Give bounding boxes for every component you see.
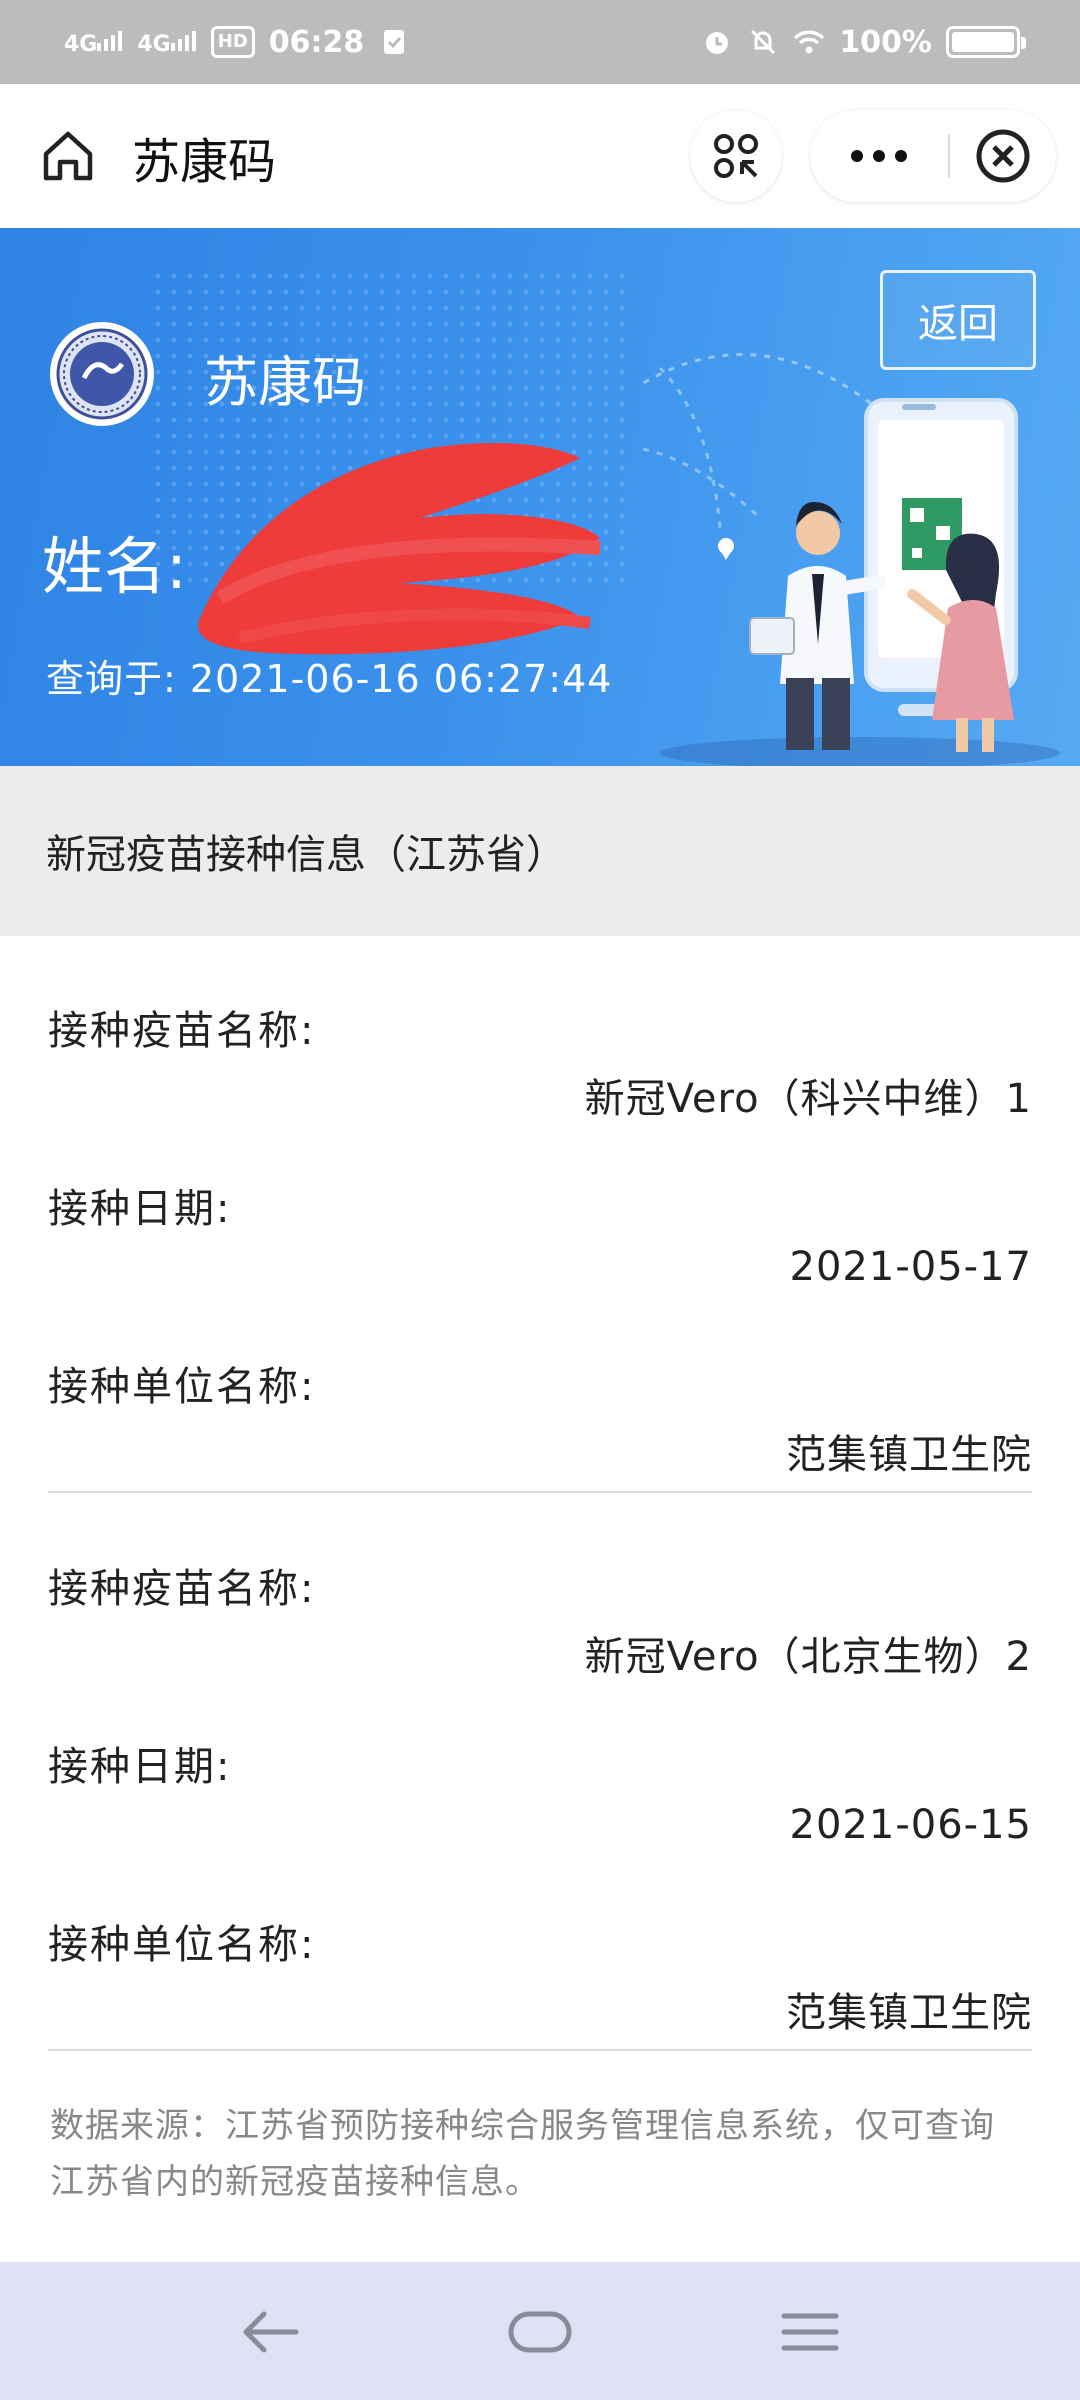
vaccination-date-row: 接种日期: 2021-05-17: [48, 1176, 1032, 1326]
wifi-icon: [794, 30, 825, 54]
vaccination-unit-value: 范集镇卫生院: [786, 1432, 1032, 1478]
emblem-logo: [50, 322, 154, 426]
close-button[interactable]: [950, 110, 1056, 202]
battery-icon: [946, 26, 1026, 58]
vaccination-unit-label: 接种单位名称:: [48, 1364, 316, 1410]
status-left: 4G 4G HD 06:28: [64, 25, 410, 60]
vaccine-name-value: 新冠Vero（北京生物）2: [584, 1634, 1032, 1680]
doctor-patient-illustration: [640, 353, 1060, 766]
name-label: 姓名:: [42, 530, 187, 603]
record-divider: [48, 1491, 1032, 1493]
query-time: 查询于: 2021-06-16 06:27:44: [46, 657, 613, 701]
mute-icon: [751, 29, 776, 55]
banner-app-name: 苏康码: [204, 351, 366, 414]
vaccination-date-label: 接种日期:: [48, 1186, 232, 1232]
scan-icon: [714, 134, 758, 178]
vaccination-date-value: 2021-06-15: [789, 1802, 1032, 1848]
nav-menu-button[interactable]: [770, 2302, 850, 2362]
vaccination-date-value: 2021-05-17: [789, 1244, 1032, 1290]
vaccination-unit-row: 接种单位名称: 范集镇卫生院: [48, 1354, 1032, 1504]
vaccination-unit-value: 范集镇卫生院: [786, 1990, 1032, 2036]
alarm-icon: [706, 32, 729, 54]
battery-percent: 100%: [839, 24, 932, 60]
scan-button[interactable]: [690, 110, 782, 202]
title-bar: 苏康码: [0, 84, 1080, 228]
signal-2-icon: 4G: [137, 29, 196, 56]
vaccination-record-1: 接种疫苗名称: 新冠Vero（科兴中维）1 接种日期: 2021-05-17 接…: [48, 998, 1032, 1478]
data-source-note: 数据来源：江苏省预防接种综合服务管理信息系统，仅可查询江苏省内的新冠疫苗接种信息…: [50, 2106, 995, 2202]
vaccination-unit-label: 接种单位名称:: [48, 1922, 316, 1968]
menu-icon: [781, 2313, 839, 2351]
home-icon[interactable]: [40, 128, 96, 184]
back-arrow-icon: [243, 2311, 299, 2353]
signal-1-icon: 4G: [64, 29, 123, 56]
status-right: 100%: [701, 24, 1026, 60]
vaccination-date-row: 接种日期: 2021-06-15: [48, 1734, 1032, 1884]
record-divider: [48, 2049, 1032, 2051]
vaccine-name-row: 接种疫苗名称: 新冠Vero（科兴中维）1: [48, 998, 1032, 1148]
hd-icon: HD: [210, 26, 255, 58]
system-nav-bar: [0, 2262, 1080, 2400]
status-time: 06:28: [268, 24, 365, 60]
redaction-scribble: [198, 442, 601, 655]
vaccine-name-row: 接种疫苗名称: 新冠Vero（北京生物）2: [48, 1556, 1032, 1706]
nav-back-button[interactable]: [230, 2302, 310, 2362]
page-title: 苏康码: [132, 134, 277, 190]
vaccine-name-label: 接种疫苗名称:: [48, 1008, 316, 1054]
capsule-menu: [810, 110, 1056, 202]
battery-fill: [952, 32, 1014, 52]
section-title: 新冠疫苗接种信息（江苏省）: [0, 766, 1080, 936]
notification-icon: [384, 30, 405, 54]
vaccination-record-2: 接种疫苗名称: 新冠Vero（北京生物）2 接种日期: 2021-06-15 接…: [48, 1556, 1032, 2036]
close-circle-icon: [976, 129, 1030, 183]
more-button[interactable]: [810, 110, 948, 202]
vaccine-name-label: 接种疫苗名称:: [48, 1566, 316, 1612]
status-bar: 4G 4G HD 06:28 100%: [0, 0, 1080, 84]
header-banner: 苏康码 返回 姓名: 查询于: 2021-06-16 06:27:44: [0, 228, 1080, 766]
vaccination-unit-row: 接种单位名称: 范集镇卫生院: [48, 1912, 1032, 2062]
nav-home-button[interactable]: [500, 2302, 580, 2362]
home-pill-icon: [508, 2311, 572, 2353]
vaccination-records: 接种疫苗名称: 新冠Vero（科兴中维）1 接种日期: 2021-05-17 接…: [0, 936, 1080, 2262]
vaccine-name-value: 新冠Vero（科兴中维）1: [584, 1076, 1032, 1122]
vaccination-date-label: 接种日期:: [48, 1744, 232, 1790]
